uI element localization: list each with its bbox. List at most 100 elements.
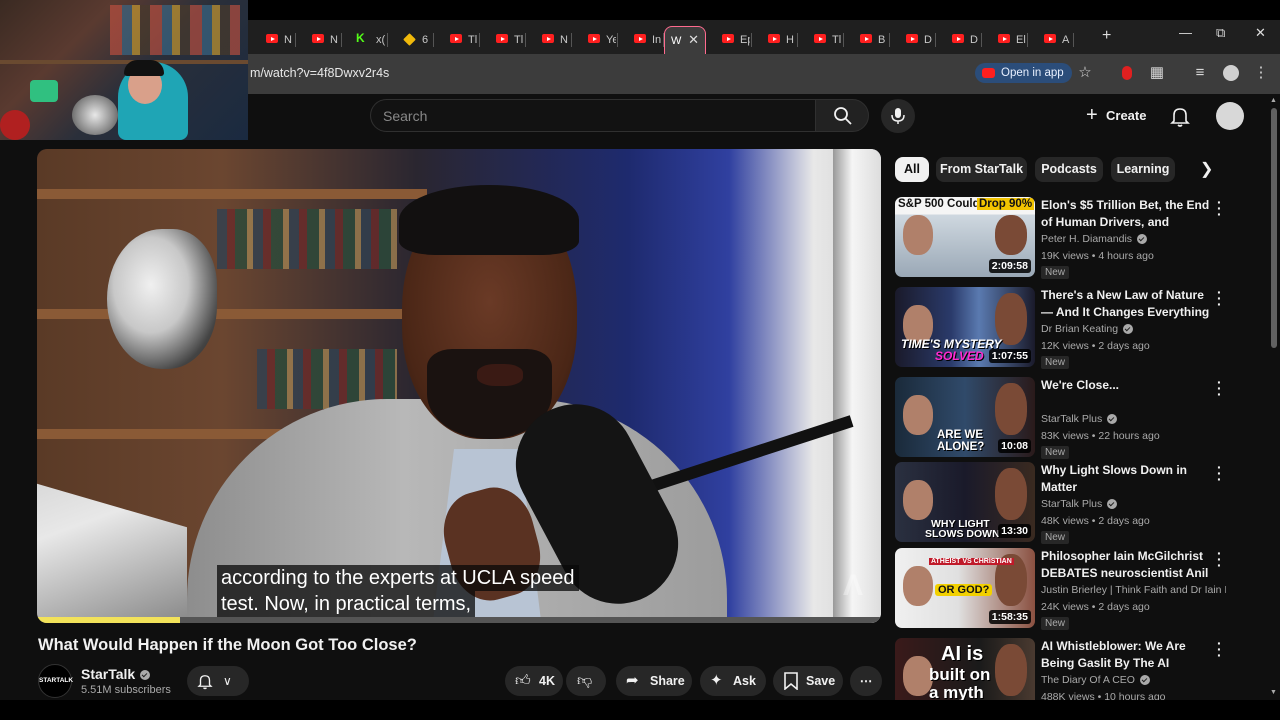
thumbnail-face [995, 215, 1027, 255]
chip-all[interactable]: All [895, 157, 929, 182]
channel-name[interactable]: StarTalk [81, 666, 151, 682]
scroll-down-icon[interactable]: ▼ [1270, 689, 1277, 696]
account-avatar[interactable] [1216, 102, 1244, 130]
recommended-channel-name[interactable]: StarTalk Plus [1041, 413, 1226, 425]
channel-name-label: StarTalk [81, 666, 136, 682]
save-button[interactable]: Save [773, 666, 843, 696]
recommended-channel-name[interactable]: Peter H. Diamandis [1041, 233, 1226, 245]
search-input[interactable]: Search [370, 99, 816, 132]
recommended-channel-name[interactable]: Dr Brian Keating [1041, 323, 1226, 335]
browser-tab[interactable]: D [890, 26, 936, 54]
browser-tab[interactable]: A [1028, 26, 1074, 54]
more-vertical-icon[interactable]: · · · [1217, 546, 1222, 572]
recommended-video-meta: 24K views • 2 days ago [1041, 601, 1150, 613]
extensions-puzzle-icon[interactable]: ▦ [1146, 62, 1168, 84]
video-thumbnail[interactable]: TIME'S MYSTERY SOLVED 1:07:55 [895, 287, 1035, 367]
media-controls-icon[interactable]: ≡ [1189, 62, 1211, 84]
bookmark-star-icon[interactable]: ☆ [1074, 62, 1096, 84]
create-button[interactable]: + Create [1080, 104, 1146, 128]
more-vertical-icon[interactable]: · · · [1217, 375, 1222, 401]
recommended-video[interactable]: WHY LIGHT SLOWS DOWN 13:30 Why Light Slows … [895, 460, 1235, 546]
chevron-right-icon[interactable]: ❯ [1200, 159, 1213, 179]
video-thumbnail[interactable]: ARE WE ALONE? 10:08 [895, 377, 1035, 457]
dislike-button[interactable]: 👎︎ [566, 666, 606, 696]
more-vertical-icon[interactable]: · · · [1217, 460, 1222, 486]
browser-menu-icon[interactable]: ⋮ [1250, 62, 1272, 84]
browser-tab[interactable]: D [936, 26, 982, 54]
browser-tab[interactable]: W ✕ [664, 26, 706, 54]
recommended-video-title[interactable]: AI Whistleblower: We Are Being Gaslit By… [1041, 638, 1213, 672]
open-in-app-button[interactable]: Open in app [975, 63, 1072, 83]
recommended-video[interactable]: S&P 500 Could Drop 90% 2:09:58 Elon's $5 Tr… [895, 195, 1235, 281]
video-thumbnail[interactable]: WHY LIGHT SLOWS DOWN 13:30 [895, 462, 1035, 542]
more-vertical-icon[interactable]: · · · [1217, 636, 1222, 662]
more-vertical-icon[interactable]: · · · [1217, 195, 1222, 221]
voice-search-button[interactable] [881, 99, 915, 133]
recommended-channel-name[interactable]: StarTalk Plus [1041, 498, 1226, 510]
recommended-video[interactable]: TIME'S MYSTERY SOLVED 1:07:55 There's a New… [895, 285, 1235, 371]
extension-red-icon[interactable] [1116, 62, 1138, 84]
browser-tab[interactable]: B [844, 26, 890, 54]
video-player[interactable]: Λ according to the experts at UCLA speed… [37, 149, 881, 623]
recommended-channel-name[interactable]: The Diary Of A CEO [1041, 674, 1226, 686]
minimize-icon[interactable]: — [1179, 25, 1192, 40]
browser-tab[interactable]: Tl [480, 26, 526, 54]
recommended-video[interactable]: ARE WE ALONE? 10:08 We're Close... StarTalk … [895, 375, 1235, 461]
video-thumbnail[interactable]: S&P 500 Could Drop 90% 2:09:58 [895, 197, 1035, 277]
screen: NNKx(6TlTlNYeInW✕EpHTlBDDElA + — ⧉ ✕ m/w… [0, 0, 1280, 720]
recommended-video-title[interactable]: There's a New Law of Nature — And It Cha… [1041, 287, 1213, 321]
video-duration: 2:09:58 [988, 259, 1031, 273]
like-button[interactable]: 👍︎ 4K [505, 666, 563, 696]
browser-tab[interactable]: 6 [388, 26, 434, 54]
more-actions-button[interactable]: ⋯ [850, 666, 882, 696]
browser-tab[interactable]: H [752, 26, 798, 54]
save-label: Save [806, 674, 836, 688]
subscribed-bell-button[interactable]: ∨ [187, 666, 249, 696]
browser-tab[interactable]: Ep [706, 26, 752, 54]
recommended-channel-label: StarTalk Plus [1041, 413, 1103, 425]
recommended-video-title[interactable]: Philosopher Iain McGilchrist DEBATES neu… [1041, 548, 1213, 582]
url-field[interactable]: m/watch?v=4f8Dwxv2r4s [250, 66, 389, 80]
browser-tab[interactable]: In [618, 26, 664, 54]
profile-icon[interactable] [1220, 62, 1242, 84]
restore-icon[interactable]: ⧉ [1216, 25, 1225, 41]
recommended-video[interactable]: ATHEIST VS CHRISTIAN OR GOD? 1:58:35 Philos… [895, 546, 1235, 632]
channel-avatar[interactable]: STARTALK [38, 664, 73, 698]
more-vertical-icon[interactable]: · · · [1217, 285, 1222, 311]
notifications-bell-icon[interactable] [1168, 104, 1192, 128]
thumbnail-text: built on a myth [929, 665, 991, 702]
recommended-video-title[interactable]: Elon's $5 Trillion Bet, the End of Human… [1041, 197, 1213, 231]
search-button[interactable] [815, 99, 869, 132]
share-button[interactable]: ➦ Share [616, 666, 692, 696]
browser-tab[interactable]: El [982, 26, 1028, 54]
webcam-pompom [72, 95, 118, 135]
tab-label: H [786, 34, 794, 46]
youtube-icon [496, 34, 508, 43]
close-window-icon[interactable]: ✕ [1255, 25, 1266, 41]
browser-tab[interactable]: N [526, 26, 572, 54]
browser-tab[interactable]: Tl [798, 26, 844, 54]
browser-tab[interactable]: Tl [434, 26, 480, 54]
chip-from-startalk[interactable]: From StarTalk [936, 157, 1027, 182]
chip-learning[interactable]: Learning [1111, 157, 1175, 182]
chip-podcasts[interactable]: Podcasts [1035, 157, 1103, 182]
new-tab-button[interactable]: + [1102, 27, 1111, 45]
video-thumbnail[interactable]: ATHEIST VS CHRISTIAN OR GOD? 1:58:35 [895, 548, 1035, 628]
plus-icon: + [1086, 104, 1098, 126]
thumbnail-face [995, 383, 1027, 435]
browser-tab[interactable]: N [296, 26, 342, 54]
close-tab-icon[interactable]: ✕ [688, 32, 699, 48]
more-horizontal-icon: ⋯ [859, 674, 873, 688]
recommended-video-title[interactable]: Why Light Slows Down in Matter [1041, 462, 1213, 496]
browser-tab[interactable]: Kx( [342, 26, 388, 54]
browser-tab[interactable]: Ye [572, 26, 618, 54]
browser-tab[interactable]: N [250, 26, 296, 54]
scrollbar[interactable] [1268, 94, 1280, 700]
recommended-video-title[interactable]: We're Close... [1041, 377, 1213, 394]
recommended-channel-name[interactable]: Justin Brierley | Think Faith and Dr Iai… [1041, 584, 1226, 596]
ask-button[interactable]: ✦ Ask [700, 666, 766, 696]
youtube-icon [588, 34, 600, 43]
scroll-up-icon[interactable]: ▲ [1270, 97, 1277, 104]
scrollbar-thumb[interactable] [1271, 108, 1277, 348]
tab-label: D [924, 34, 932, 46]
